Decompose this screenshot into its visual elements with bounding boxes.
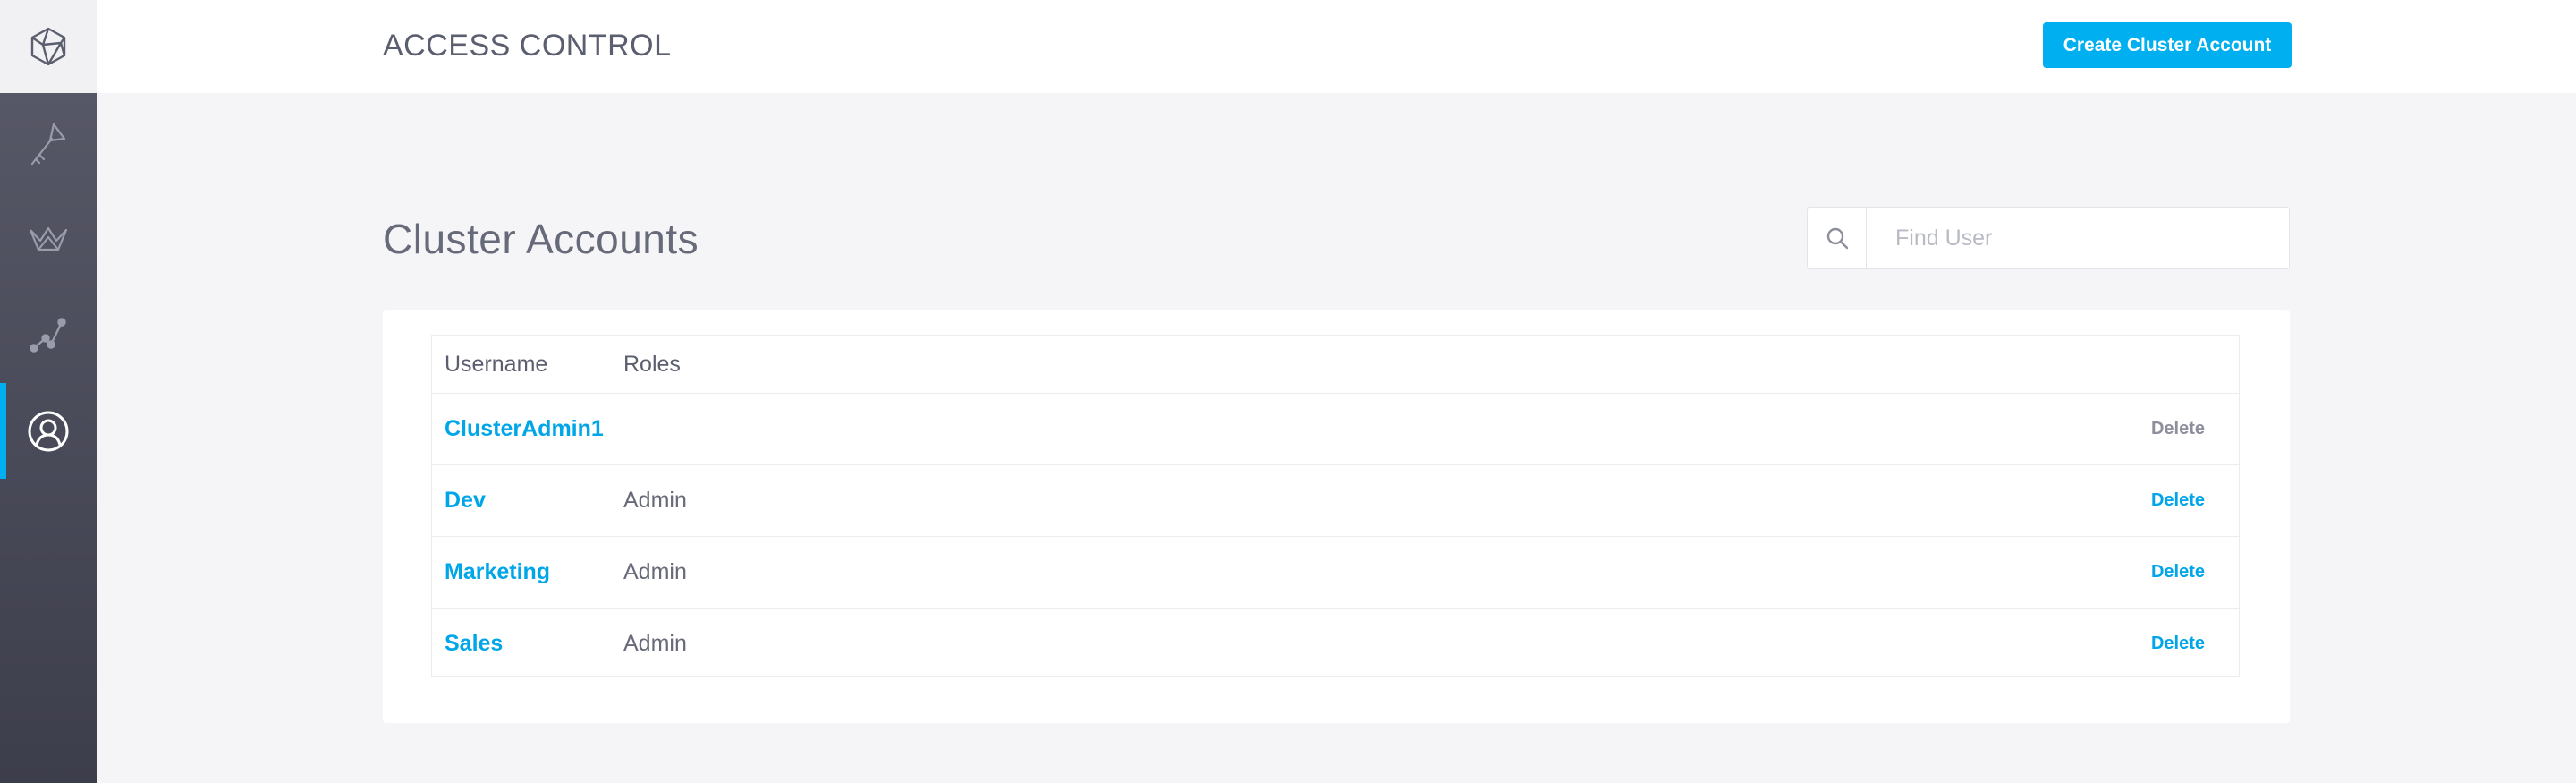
- delete-link: Delete: [2150, 419, 2205, 438]
- user-circle-icon: [28, 411, 69, 451]
- username-link[interactable]: Marketing: [445, 559, 550, 585]
- role-value: Admin: [623, 631, 687, 656]
- delete-link[interactable]: Delete: [2151, 562, 2205, 583]
- username-link[interactable]: Sales: [445, 631, 503, 657]
- graph-nodes-icon: [30, 317, 66, 353]
- username-link[interactable]: Dev: [445, 488, 486, 514]
- crown-icon: [29, 226, 68, 251]
- delete-link[interactable]: Delete: [2151, 490, 2205, 511]
- page-title: ACCESS CONTROL: [383, 29, 672, 63]
- find-user-input[interactable]: [1867, 208, 2289, 268]
- role-value: Admin: [623, 559, 687, 584]
- role-value: Admin: [623, 488, 687, 513]
- search-icon: [1826, 227, 1848, 250]
- key-icon: [30, 123, 66, 165]
- top-header: ACCESS CONTROL Create Cluster Account: [97, 0, 2576, 93]
- find-user-search: [1807, 207, 2290, 269]
- column-header-roles[interactable]: Roles: [623, 336, 681, 393]
- sidebar: [0, 0, 97, 783]
- polyhedron-logo-icon: [30, 27, 66, 66]
- section-title: Cluster Accounts: [383, 216, 699, 262]
- sidebar-item-roles[interactable]: [0, 191, 97, 287]
- create-cluster-account-button[interactable]: Create Cluster Account: [2043, 22, 2292, 68]
- sidebar-item-keys[interactable]: [0, 96, 97, 191]
- column-header-username[interactable]: Username: [445, 336, 547, 393]
- sidebar-item-access-control[interactable]: [0, 383, 97, 479]
- table-row: Sales Admin Delete: [432, 608, 2239, 679]
- table-row: Marketing Admin Delete: [432, 536, 2239, 608]
- sidebar-logo[interactable]: [0, 0, 97, 93]
- username-link[interactable]: ClusterAdmin1: [445, 416, 604, 442]
- search-icon-button[interactable]: [1808, 208, 1867, 268]
- sidebar-item-graph[interactable]: [0, 287, 97, 383]
- table-header-row: Username Roles: [432, 336, 2239, 393]
- table-row: ClusterAdmin1 Delete: [432, 393, 2239, 464]
- table-row: Dev Admin Delete: [432, 464, 2239, 536]
- delete-link[interactable]: Delete: [2151, 634, 2205, 654]
- accounts-table: Username Roles ClusterAdmin1 Delete Dev …: [431, 335, 2240, 677]
- cluster-accounts-card: Username Roles ClusterAdmin1 Delete Dev …: [383, 310, 2290, 723]
